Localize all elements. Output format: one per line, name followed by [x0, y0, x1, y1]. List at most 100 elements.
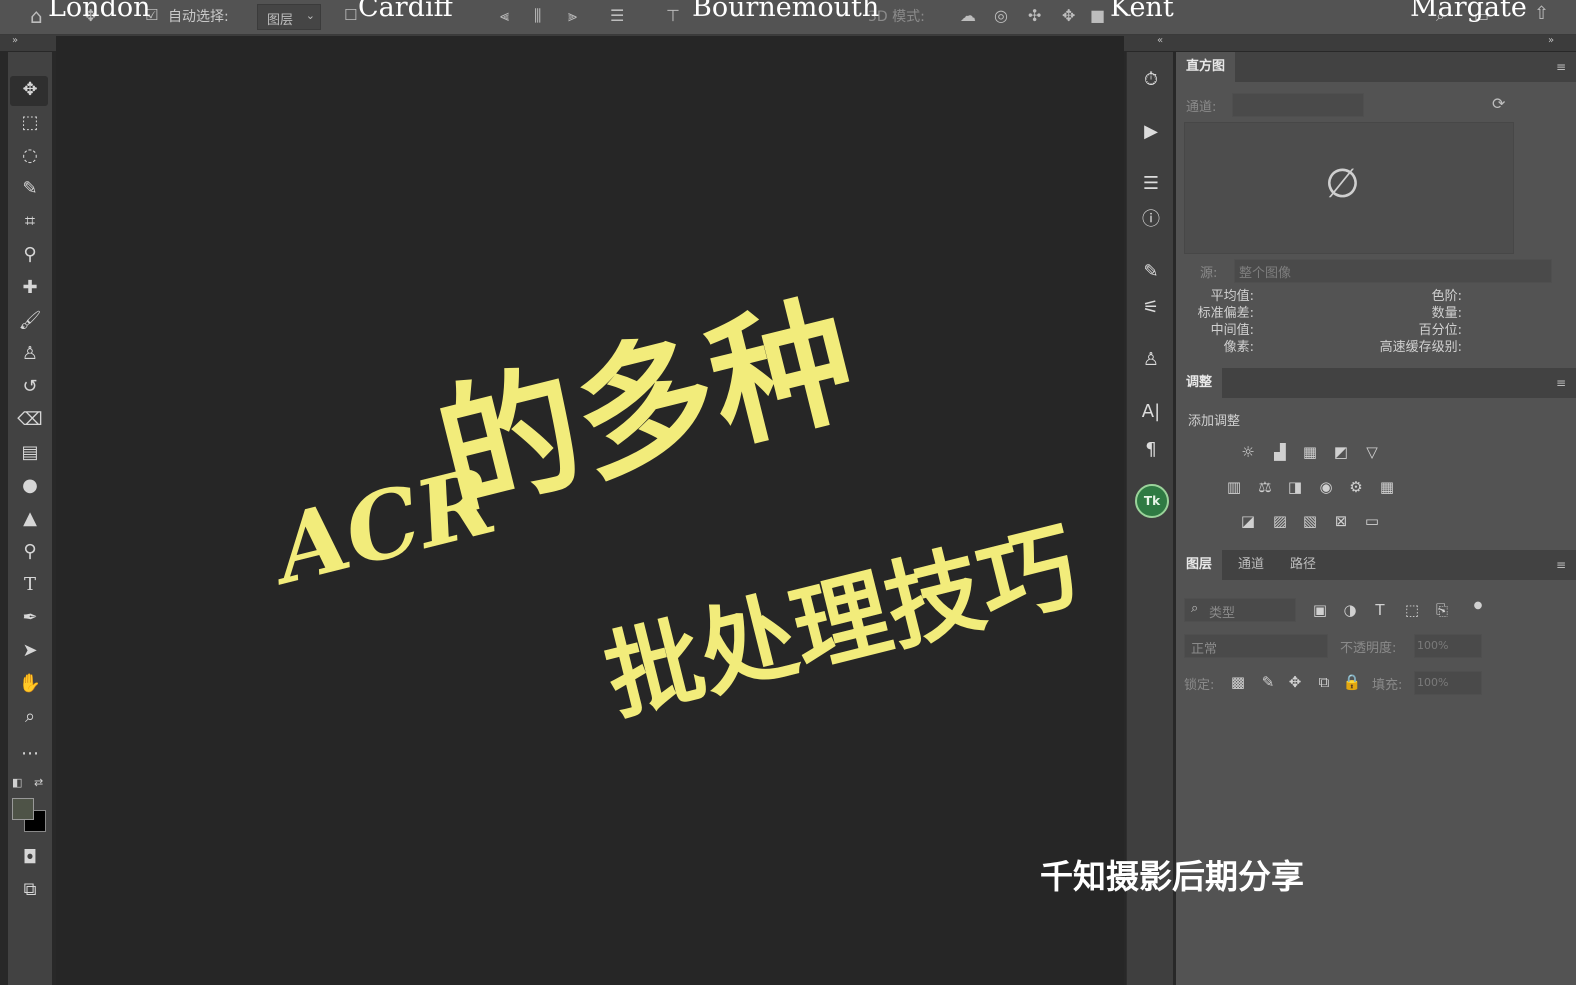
eraser-tool-icon[interactable]: ⌫	[16, 406, 44, 434]
crop-tool-icon[interactable]: ⌗	[16, 208, 44, 236]
color-lookup-icon[interactable]: ▦	[1377, 477, 1397, 497]
tab-histogram[interactable]: 直方图	[1176, 52, 1236, 82]
exposure-icon[interactable]: ◩	[1331, 442, 1351, 462]
gradient-map-icon[interactable]: ▭	[1362, 511, 1382, 531]
align-center-icon[interactable]: ⫼	[534, 8, 541, 24]
align-left-icon[interactable]: ⫷	[500, 8, 509, 24]
opacity-field[interactable]: 100%	[1414, 634, 1482, 658]
selective-color-icon[interactable]: ⊠	[1331, 511, 1351, 531]
move-tool-icon[interactable]: ✥	[16, 76, 44, 104]
pen-tool-icon[interactable]: ✒	[16, 604, 44, 632]
home-icon[interactable]: ⌂	[30, 6, 43, 26]
watermark-label: Kent	[1110, 0, 1174, 23]
panel-menu-icon[interactable]: ≡	[1556, 558, 1566, 572]
history-icon[interactable]: ⏱	[1139, 68, 1163, 92]
layers-list[interactable]	[1176, 706, 1576, 985]
filter-smart-object-icon[interactable]: ⎘	[1432, 600, 1452, 620]
tab-adjustments[interactable]: 调整	[1176, 368, 1223, 398]
show-transform-checkbox[interactable]: ☐	[344, 7, 357, 23]
slide-3d-icon[interactable]: ✥	[1062, 8, 1075, 24]
roll-3d-icon[interactable]: ◎	[994, 8, 1008, 24]
hue-saturation-icon[interactable]: ▥	[1224, 477, 1244, 497]
video-3d-icon[interactable]: ■	[1090, 8, 1105, 24]
tab-paths[interactable]: 路径	[1280, 550, 1326, 580]
threshold-icon[interactable]: ▧	[1300, 511, 1320, 531]
gradient-tool-icon[interactable]: ▤	[16, 439, 44, 467]
lock-image-icon[interactable]: ✎	[1258, 672, 1278, 692]
share-icon[interactable]: ⇧	[1534, 5, 1549, 23]
quick-select-tool-icon[interactable]: ✎	[16, 175, 44, 203]
auto-select-dropdown[interactable]: 图层 ⌄	[257, 4, 321, 30]
panel-menu-icon[interactable]: ≡	[1556, 376, 1566, 390]
foreground-color-swatch[interactable]	[12, 798, 34, 820]
eyedropper-tool-icon[interactable]: ⚲	[16, 241, 44, 269]
lock-artboard-icon[interactable]: ⧉	[1314, 672, 1334, 692]
curves-icon[interactable]: ▦	[1300, 442, 1320, 462]
brightness-contrast-icon[interactable]: ☼	[1238, 442, 1258, 462]
filter-toggle-icon[interactable]: ●	[1468, 596, 1488, 616]
clone-source-icon[interactable]: ♙	[1139, 348, 1163, 372]
collapse-left-icon[interactable]: »	[12, 35, 18, 46]
collapse-right-icon[interactable]: »	[1548, 35, 1554, 46]
lasso-tool-icon[interactable]: ◌	[16, 142, 44, 170]
default-colors-icon[interactable]: ◧	[12, 776, 22, 789]
plugin-tk-icon[interactable]: Tk	[1135, 484, 1169, 518]
channel-select[interactable]	[1232, 93, 1364, 117]
brushes-icon[interactable]: ⚟	[1139, 296, 1163, 320]
filter-adjustment-icon[interactable]: ◑	[1340, 600, 1360, 620]
healing-brush-tool-icon[interactable]: ✚	[16, 274, 44, 302]
swap-colors-icon[interactable]: ⇄	[34, 776, 43, 789]
type-tool-icon[interactable]: T	[16, 571, 44, 599]
filter-pixel-icon[interactable]: ▣	[1310, 600, 1330, 620]
collapse-dock-icon[interactable]: «	[1157, 35, 1163, 46]
refresh-icon[interactable]: ⟳	[1492, 94, 1505, 113]
lock-position-icon[interactable]: ✥	[1285, 672, 1305, 692]
sharpen-tool-icon[interactable]: ▲	[16, 505, 44, 533]
filter-shape-icon[interactable]: ⬚	[1402, 600, 1422, 620]
marquee-tool-icon[interactable]: ⬚	[16, 109, 44, 137]
info-icon[interactable]: ⓘ	[1139, 208, 1163, 232]
character-icon[interactable]: A|	[1139, 400, 1163, 424]
align-right-icon[interactable]: ⫸	[568, 8, 577, 24]
layer-filter-select[interactable]: ⌕ 类型	[1184, 598, 1296, 622]
auto-select-value: 图层	[267, 13, 294, 28]
brush-tool-icon[interactable]: 🖌	[16, 307, 44, 335]
drag-3d-icon[interactable]: ✣	[1028, 8, 1041, 24]
distribute-icon[interactable]: ☰	[610, 8, 624, 24]
panel-menu-icon[interactable]: ≡	[1556, 60, 1566, 74]
path-select-tool-icon[interactable]: ➤	[16, 637, 44, 665]
posterize-icon[interactable]: ▨	[1270, 511, 1290, 531]
paragraph-icon[interactable]: ¶	[1139, 438, 1163, 462]
properties-icon[interactable]: ☰	[1139, 172, 1163, 196]
invert-icon[interactable]: ◪	[1238, 511, 1258, 531]
blur-tool-icon[interactable]: ●	[16, 472, 44, 500]
filter-type-icon[interactable]: T	[1370, 600, 1390, 620]
align-top-icon[interactable]: ⊤	[666, 8, 680, 24]
tab-channels[interactable]: 通道	[1228, 550, 1274, 580]
source-select[interactable]: 整个图像	[1234, 259, 1552, 283]
actions-play-icon[interactable]: ▶	[1139, 120, 1163, 144]
channel-mixer-icon[interactable]: ⚙	[1346, 477, 1366, 497]
tab-layers[interactable]: 图层	[1176, 550, 1223, 580]
levels-icon[interactable]: ▟	[1270, 442, 1290, 462]
clone-stamp-tool-icon[interactable]: ♙	[16, 340, 44, 368]
lock-transparency-icon[interactable]: ▩	[1228, 672, 1248, 692]
lock-all-icon[interactable]: 🔒	[1342, 672, 1362, 692]
orbit-3d-icon[interactable]: ☁	[960, 8, 976, 24]
fill-field[interactable]: 100%	[1414, 671, 1482, 695]
photo-filter-icon[interactable]: ◉	[1316, 477, 1336, 497]
blend-mode-select[interactable]: 正常	[1184, 634, 1328, 658]
vibrance-icon[interactable]: ▽	[1362, 442, 1382, 462]
more-tools-icon[interactable]: ⋯	[16, 740, 44, 768]
black-white-icon[interactable]: ◨	[1285, 477, 1305, 497]
screen-mode-icon[interactable]: ⧉	[16, 876, 44, 904]
zoom-tool-icon[interactable]: ⌕	[16, 703, 44, 731]
quick-mask-icon[interactable]: ◘	[16, 844, 44, 872]
right-panels: 直方图 ≡ 通道: ⟳ ∅ 源: 整个图像 平均值: 标准偏差: 中间值: 像素…	[1176, 52, 1576, 985]
document-canvas[interactable]: ACR 的多种 批处理技巧	[56, 36, 1124, 985]
color-balance-icon[interactable]: ⚖	[1255, 477, 1275, 497]
hand-tool-icon[interactable]: ✋	[16, 670, 44, 698]
brush-settings-icon[interactable]: ✎	[1139, 260, 1163, 284]
history-brush-tool-icon[interactable]: ↺	[16, 373, 44, 401]
dodge-tool-icon[interactable]: ⚲	[16, 538, 44, 566]
